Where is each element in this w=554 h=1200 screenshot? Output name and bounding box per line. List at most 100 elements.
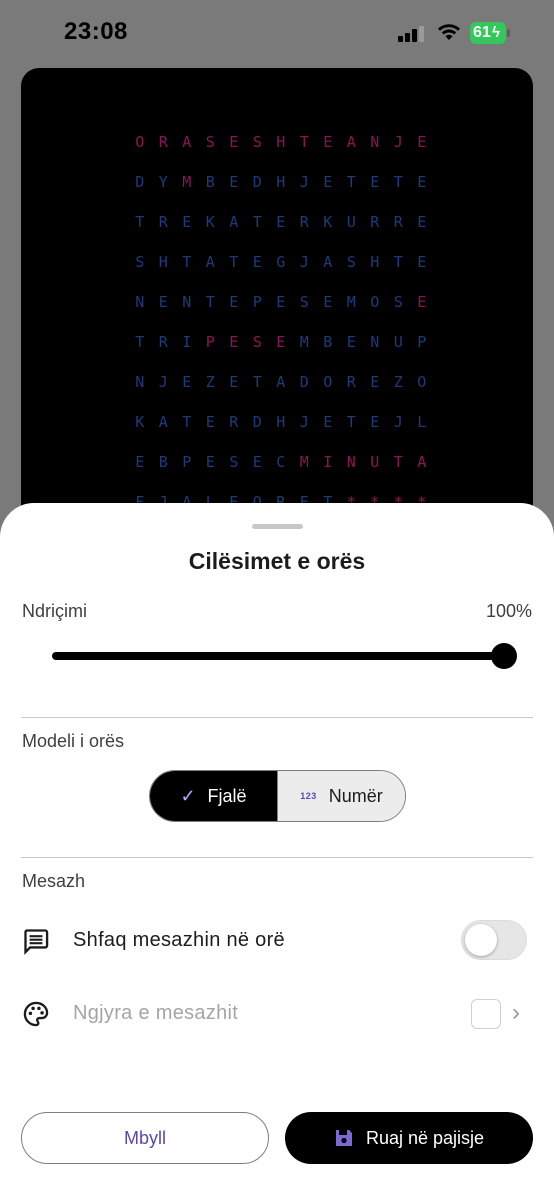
clock-row: DYMBEDHJETETE <box>128 171 434 211</box>
clock-letter: E <box>323 133 333 151</box>
clock-letter: K <box>323 213 333 231</box>
save-to-device-button[interactable]: Ruaj në pajisje <box>285 1112 533 1164</box>
clock-letter: T <box>252 373 262 391</box>
clock-letter: M <box>346 293 356 311</box>
clock-letter: J <box>299 173 309 191</box>
clock-row: KATERDHJETEJL <box>128 411 434 451</box>
clock-letter: E <box>229 373 239 391</box>
clock-letter: M <box>299 333 309 351</box>
clock-letter: E <box>229 293 239 311</box>
clock-letter: P <box>417 333 427 351</box>
clock-letter: S <box>346 253 356 271</box>
clock-letter: N <box>182 293 192 311</box>
clock-letter: R <box>158 333 168 351</box>
clock-letter: A <box>346 133 356 151</box>
clock-letter: H <box>276 413 286 431</box>
clock-letter: S <box>135 253 145 271</box>
clock-letter: S <box>252 333 262 351</box>
clock-letter: A <box>182 133 192 151</box>
brightness-slider-track[interactable] <box>52 652 504 660</box>
clock-letter: T <box>346 413 356 431</box>
clock-letter: B <box>323 333 333 351</box>
sheet-title: Cilësimet e orës <box>188 548 366 574</box>
clock-letter: K <box>135 413 145 431</box>
clock-letter: R <box>346 373 356 391</box>
clock-model-toggle: ✓ Fjalë 123 Numër <box>149 770 406 822</box>
clock-letter: O <box>417 373 427 391</box>
clock-letter: E <box>370 413 380 431</box>
check-icon: ✓ <box>180 785 196 806</box>
clock-letter: N <box>135 373 145 391</box>
battery-level: 61 <box>473 24 491 41</box>
clock-letter: A <box>276 373 286 391</box>
clock-letter: J <box>393 133 403 151</box>
wifi-icon <box>438 24 460 40</box>
clock-letter: T <box>205 293 215 311</box>
clock-letter: J <box>299 253 309 271</box>
clock-letter: O <box>370 293 380 311</box>
clock-letter: T <box>393 173 403 191</box>
clock-letter: E <box>370 373 380 391</box>
clock-letter: A <box>323 253 333 271</box>
clock-letter: S <box>393 293 403 311</box>
status-time: 23:08 <box>64 18 128 45</box>
close-button[interactable]: Mbyll <box>21 1112 269 1164</box>
status-bar: 23:08 61 ϟ <box>0 0 554 66</box>
message-color-swatch[interactable] <box>471 999 501 1029</box>
signal-icon <box>398 26 426 42</box>
model-option-number[interactable]: 123 Numër <box>277 771 405 821</box>
clock-row: TRIPESEMBENUP <box>128 331 434 371</box>
clock-letter: T <box>229 253 239 271</box>
clock-letter: S <box>252 133 262 151</box>
clock-letter: T <box>135 333 145 351</box>
clock-letter: S <box>229 453 239 471</box>
save-button-label: Ruaj në pajisje <box>365 1127 485 1148</box>
clock-letter: E <box>252 453 262 471</box>
clock-letter: E <box>323 173 333 191</box>
clock-letter: E <box>205 453 215 471</box>
clock-letter: T <box>299 133 309 151</box>
clock-letter: E <box>229 133 239 151</box>
clock-letter: T <box>393 253 403 271</box>
clock-letter: L <box>417 413 427 431</box>
clock-letter: R <box>229 413 239 431</box>
clock-letter: B <box>205 173 215 191</box>
model-label: Modeli i orës <box>22 731 125 751</box>
clock-letter: Z <box>393 373 403 391</box>
clock-letter: U <box>393 333 403 351</box>
numbers-icon: 123 <box>300 791 317 801</box>
brightness-slider-thumb[interactable] <box>491 643 517 669</box>
clock-letter: E <box>252 253 262 271</box>
clock-row: NENTEPESEMOSE <box>128 291 434 331</box>
brightness-value: 100% <box>485 601 532 621</box>
clock-letter: Z <box>205 373 215 391</box>
close-button-label: Mbyll <box>123 1127 166 1148</box>
clock-letter: E <box>417 173 427 191</box>
show-message-label: Shfaq mesazhin në orë <box>73 929 285 951</box>
brightness-label: Ndriçimi <box>22 601 87 621</box>
divider <box>21 717 533 718</box>
show-message-switch[interactable] <box>461 920 527 960</box>
clock-letter: N <box>135 293 145 311</box>
clock-row: SHTATEGJASHTE <box>128 251 434 291</box>
clock-row: NJEZETADOREZO <box>128 371 434 411</box>
clock-letter: J <box>158 373 168 391</box>
clock-letter: E <box>417 133 427 151</box>
clock-letter: R <box>158 133 168 151</box>
model-option-words[interactable]: ✓ Fjalë <box>150 771 277 821</box>
clock-letter: R <box>299 213 309 231</box>
clock-letter: E <box>417 253 427 271</box>
clock-letter: D <box>135 173 145 191</box>
clock-row: ORASESHTEANJE <box>128 131 434 171</box>
clock-letter: E <box>276 213 286 231</box>
clock-letter: I <box>323 453 333 471</box>
bolt-icon: ϟ <box>492 24 500 41</box>
clock-letter: M <box>299 453 309 471</box>
clock-letter: T <box>182 253 192 271</box>
clock-letter: E <box>346 333 356 351</box>
drag-handle[interactable] <box>252 524 303 529</box>
chevron-right-icon[interactable]: › <box>512 999 520 1027</box>
clock-letter: E <box>417 213 427 231</box>
clock-row: TREKATERKURRE <box>128 211 434 251</box>
message-icon <box>24 929 49 955</box>
